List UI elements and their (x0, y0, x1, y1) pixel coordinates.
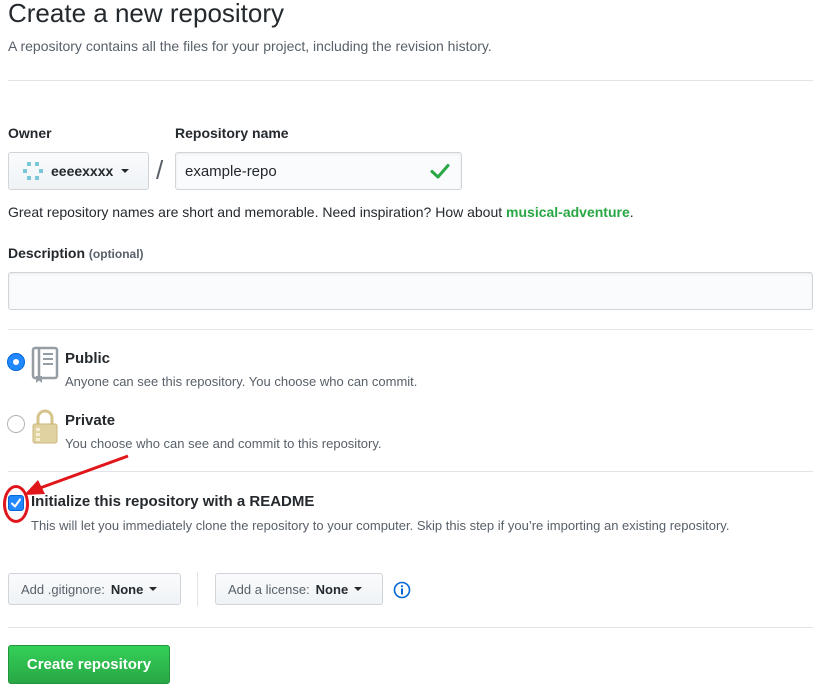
owner-repo-separator: / (156, 155, 164, 185)
page-title: Create a new repository (8, 0, 285, 28)
create-repository-button[interactable]: Create repository (8, 645, 170, 684)
license-prefix: Add a license: (228, 581, 310, 597)
public-title: Public (65, 350, 111, 367)
chevron-down-icon (354, 587, 363, 591)
readme-note: This will let you immediately clone the … (31, 518, 730, 533)
repository-name-input[interactable]: example-repo (175, 152, 462, 190)
dropdown-separator (197, 572, 198, 606)
owner-label: Owner (8, 125, 52, 141)
chevron-down-icon (149, 587, 158, 591)
repo-name-label: Repository name (175, 125, 289, 141)
owner-avatar (23, 161, 43, 181)
private-radio[interactable] (7, 415, 25, 433)
check-icon (430, 164, 450, 179)
private-note: You choose who can see and commit to thi… (65, 436, 382, 451)
private-title: Private (65, 412, 116, 429)
repository-name-value: example-repo (185, 162, 277, 180)
optional-tag: (optional) (88, 247, 144, 261)
gitignore-dropdown[interactable]: Add .gitignore: None (8, 573, 181, 605)
lock-icon (32, 409, 58, 444)
license-dropdown[interactable]: Add a license: None (215, 573, 383, 605)
readme-label[interactable]: Initialize this repository with a README (31, 493, 314, 510)
name-hint: Great repository names are short and mem… (8, 204, 634, 220)
description-label: Description (optional) (8, 245, 144, 261)
chevron-down-icon (121, 169, 130, 173)
public-radio[interactable] (7, 353, 25, 371)
name-hint-end: . (629, 204, 634, 220)
license-value: None (315, 581, 349, 597)
owner-dropdown[interactable]: eeeexxxx (8, 152, 149, 190)
options-divider (8, 627, 813, 628)
gitignore-value: None (110, 581, 144, 597)
info-icon[interactable] (393, 581, 411, 599)
description-input[interactable] (8, 272, 813, 310)
name-suggestion-link[interactable]: musical-adventure (506, 204, 630, 220)
description-divider (8, 329, 813, 330)
description-label-text: Description (8, 245, 86, 261)
header-divider (8, 80, 813, 81)
gitignore-prefix: Add .gitignore: (21, 581, 105, 597)
page-subtitle: A repository contains all the files for … (8, 38, 492, 54)
public-note: Anyone can see this repository. You choo… (65, 374, 418, 389)
repo-book-icon (31, 346, 59, 383)
name-hint-text: Great repository names are short and mem… (8, 204, 507, 220)
owner-name: eeeexxxx (51, 163, 114, 179)
